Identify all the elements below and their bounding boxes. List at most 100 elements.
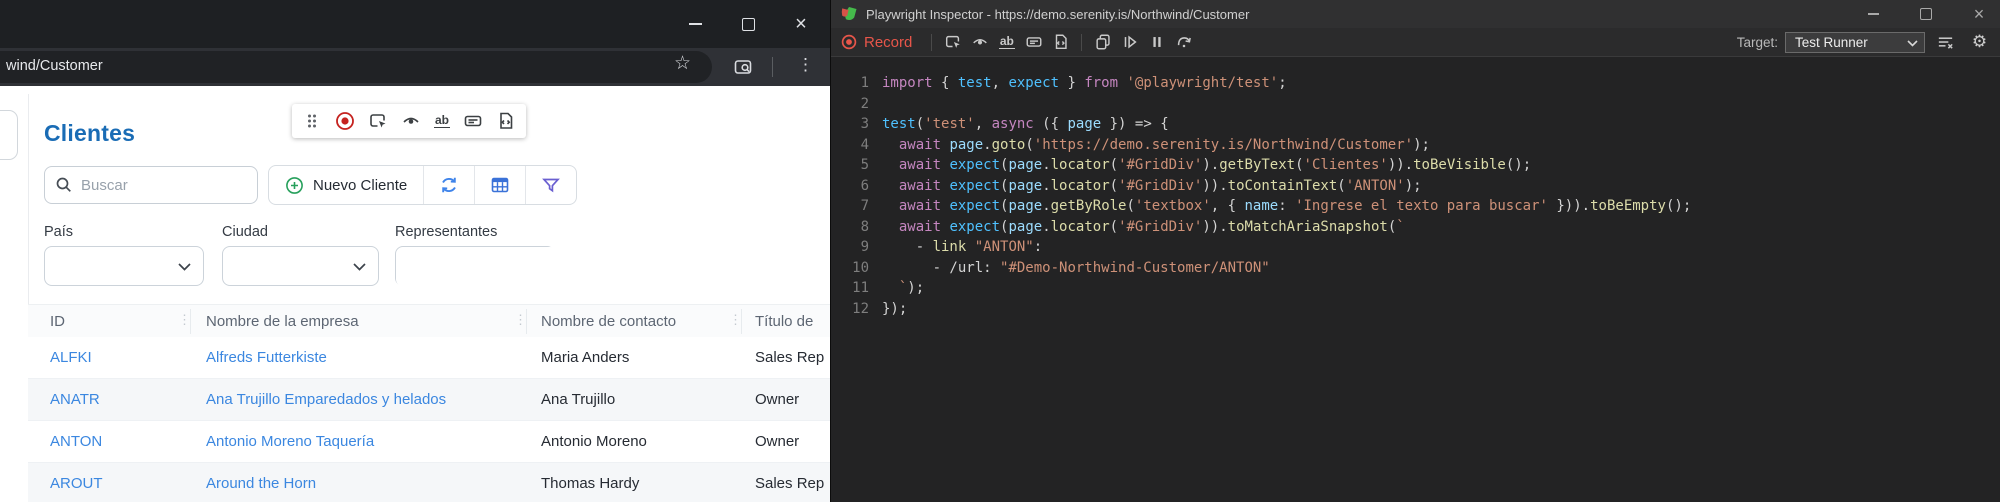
inspector-maximize-button[interactable] (1906, 0, 1946, 28)
new-client-label: Nuevo Cliente (313, 176, 408, 194)
customer-id-link[interactable]: ALFKI (50, 337, 92, 378)
city-filter-label: Ciudad (222, 224, 268, 240)
minimize-icon (688, 23, 702, 25)
customer-id-link[interactable]: AROUT (50, 463, 103, 502)
code-line: 2 (860, 95, 869, 112)
toolbar-divider (1081, 33, 1083, 51)
screen: × wind/Customer ☆ ⋮ Clientes ab Buscar N… (0, 0, 2000, 502)
assert-snapshot-icon[interactable] (496, 111, 516, 131)
target-select[interactable]: Test Runner (1785, 31, 1925, 53)
company-name-link[interactable]: Alfreds Futterkiste (206, 337, 327, 378)
browser-tabstrip: × (0, 0, 830, 48)
code-line: 12}); (852, 300, 908, 317)
assert-value-icon[interactable] (463, 111, 483, 131)
record-icon[interactable] (335, 111, 355, 131)
browser-minimize-button[interactable] (680, 10, 710, 38)
column-header-id[interactable]: ID (50, 305, 65, 338)
browser-page-content: Clientes ab Buscar Nuevo Cliente País Ci… (0, 86, 830, 502)
toolbar-divider (772, 57, 773, 77)
copy-icon[interactable] (1089, 30, 1116, 54)
code-line: 1 import { test, expect } from '@playwrig… (860, 75, 1287, 91)
contact-name: Ana Trujillo (541, 391, 616, 408)
table-header-row: ID Nombre de la empresa Nombre de contac… (28, 304, 830, 339)
company-name-link[interactable]: Antonio Moreno Taquería (206, 421, 374, 462)
assert-visibility-icon[interactable] (401, 111, 421, 131)
columns-button[interactable] (475, 166, 525, 204)
minimize-icon (1867, 13, 1879, 15)
customer-id-link[interactable]: ANATR (50, 379, 100, 420)
close-icon: × (1973, 4, 1985, 24)
contact-name: Maria Anders (541, 349, 630, 366)
grid-toolbar: Nuevo Cliente (268, 165, 578, 205)
settings-gear-icon[interactable]: ⚙ (1966, 30, 1993, 54)
funnel-icon (542, 178, 561, 193)
toolbar-divider (931, 33, 933, 51)
drag-handle-icon[interactable] (302, 111, 322, 131)
step-over-icon[interactable] (1170, 30, 1197, 54)
bookmark-star-icon[interactable]: ☆ (674, 52, 691, 75)
browser-maximize-button[interactable] (733, 10, 763, 38)
inspector-close-button[interactable]: × (1959, 0, 1999, 28)
city-select[interactable] (222, 246, 379, 286)
pick-locator-icon[interactable] (368, 111, 388, 131)
code-editor: 1 import { test, expect } from '@playwrig… (831, 57, 2000, 502)
chevron-down-icon (353, 263, 366, 271)
code-line: 10 - /url: "#Demo-Northwind-Customer/ANT… (852, 259, 1270, 276)
search-input[interactable] (79, 169, 251, 201)
pause-icon[interactable] (1143, 30, 1170, 54)
code-line: 8 await expect(page.locator('#GridDiv'))… (860, 218, 1405, 235)
url-text: wind/Customer (6, 58, 103, 74)
column-header-company[interactable]: Nombre de la empresa (206, 305, 359, 338)
company-name-link[interactable]: Around the Horn (206, 463, 316, 502)
contact-title: Owner (755, 391, 800, 408)
company-name-link[interactable]: Ana Trujillo Emparedados y helados (206, 379, 446, 420)
inspector-toolbar: Record ab Target: Test Runner ⚙ (831, 28, 2000, 57)
code-line: 3 test('test', async ({ page }) => { (860, 116, 1169, 132)
browser-menu-icon[interactable]: ⋮ (797, 55, 814, 75)
chevron-down-icon (178, 263, 191, 271)
filter-button[interactable] (526, 166, 576, 204)
chevron-down-icon (1907, 39, 1918, 47)
table-grid-icon (491, 177, 509, 193)
code-line: 11 `); (852, 280, 925, 296)
assert-visibility-icon[interactable] (966, 30, 993, 54)
tab-search-icon[interactable] (733, 57, 753, 82)
contact-name: Antonio Moreno (541, 433, 647, 450)
column-header-contact[interactable]: Nombre de contacto (541, 305, 676, 338)
representatives-input-wrap (395, 246, 558, 287)
assert-text-icon[interactable]: ab (434, 114, 451, 128)
inspector-title: Playwright Inspector - https://demo.sere… (866, 6, 1250, 22)
column-header-title[interactable]: Título de (755, 305, 813, 338)
customer-id-link[interactable]: ANTON (50, 421, 102, 462)
contact-title: Sales Rep (755, 349, 825, 366)
refresh-icon (442, 177, 457, 193)
new-client-button[interactable]: Nuevo Cliente (269, 166, 423, 204)
pick-locator-icon[interactable] (939, 30, 966, 54)
country-filter-label: País (44, 224, 74, 240)
clear-log-icon[interactable] (1932, 30, 1959, 54)
representatives-filter-label: Representantes (395, 224, 498, 240)
code-line: 7 await expect(page.getByRole('textbox',… (860, 198, 1692, 214)
code-line: 5 await expect(page.locator('#GridDiv').… (860, 157, 1532, 173)
table-row: ANATR Ana Trujillo Emparedados y helados… (28, 379, 830, 421)
table-row: ALFKI Alfreds Futterkiste Maria Anders S… (28, 337, 830, 379)
column-divider (190, 309, 191, 334)
refresh-button[interactable] (424, 166, 474, 204)
record-button[interactable]: Record (841, 34, 912, 51)
target-group: Target: Test Runner ⚙ (1737, 30, 1993, 54)
inspector-minimize-button[interactable] (1853, 0, 1893, 28)
assert-text-icon[interactable]: ab (993, 30, 1020, 54)
address-bar[interactable]: wind/Customer (0, 51, 712, 83)
target-label: Target: (1736, 34, 1778, 50)
table-body: ALFKI Alfreds Futterkiste Maria Anders S… (28, 337, 830, 502)
assert-value-icon[interactable] (1020, 30, 1047, 54)
playwright-logo-icon (841, 7, 857, 20)
country-select[interactable] (44, 246, 204, 286)
assert-snapshot-icon[interactable] (1047, 30, 1074, 54)
browser-close-button[interactable]: × (786, 10, 816, 38)
maximize-icon (741, 17, 755, 31)
representatives-input[interactable] (396, 247, 558, 287)
code-line: 6 await expect(page.locator('#GridDiv'))… (860, 177, 1422, 194)
resume-icon[interactable] (1116, 30, 1143, 54)
record-label: Record (864, 33, 913, 51)
